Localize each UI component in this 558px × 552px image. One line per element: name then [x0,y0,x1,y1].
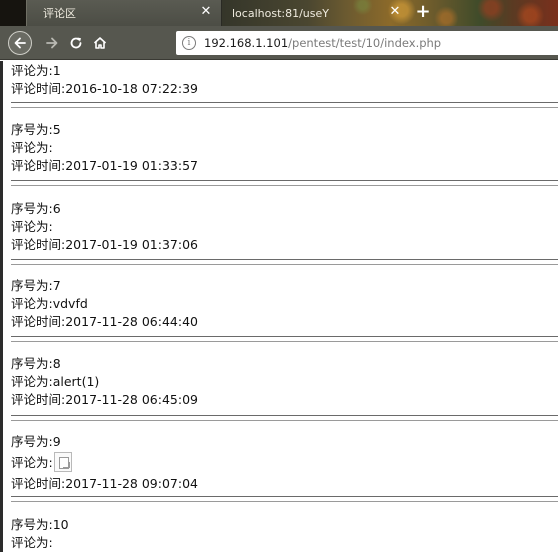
reload-button[interactable] [64,31,88,55]
comment-time-line: 评论时间:2017-01-19 01:37:06 [11,237,198,252]
divider [11,180,558,186]
reload-icon [70,37,82,49]
page-content: 评论为:1 评论时间:2016-10-18 07:22:39 序号为:5 评论为… [0,61,558,552]
comment-time-line: 评论时间:2017-01-19 01:33:57 [11,158,198,173]
comment-text-line: 评论为: [11,140,53,155]
tab-bar-edge [0,0,26,26]
comment-text-line: 评论为: [11,219,53,234]
comment-item: 序号为:7 评论为:vdvfd 评论时间:2017-11-28 06:44:40 [11,277,558,331]
comment-text-line: 评论为: [11,451,558,475]
broken-image-icon [53,452,72,472]
divider [11,415,558,421]
comment-item: 序号为:9 评论为: 评论时间:2017-11-28 09:07:04 [11,433,558,493]
comment-item: 序号为:8 评论为:alert(1) 评论时间:2017-11-28 06:45… [11,355,558,409]
comment-text-line: 评论为:alert(1) [11,374,100,389]
comment-time-line: 评论时间:2017-11-28 06:45:09 [11,392,198,407]
comment-seq-line: 序号为:8 [11,356,61,371]
comment-time-line: 评论时间:2017-11-28 06:44:40 [11,314,198,329]
tab-title: localhost:81/useY [232,6,329,20]
home-icon [93,37,107,49]
comment-item: 序号为:6 评论为: 评论时间:2017-01-19 01:37:06 [11,200,558,254]
close-icon[interactable]: ✕ [388,4,402,20]
comment-item: 序号为:5 评论为: 评论时间:2017-01-19 01:33:57 [11,121,558,175]
tab-bar: 评论区 ✕ localhost:81/useY ✕ + [0,0,558,26]
new-tab-button[interactable]: + [414,1,432,23]
back-button[interactable] [8,31,32,55]
arrow-left-icon [14,37,26,49]
tab-title: 评论区 [43,7,76,20]
divider [11,336,558,342]
forward-button[interactable] [40,31,64,55]
comment-seq-line: 序号为:10 [11,517,69,532]
comment-time-line: 评论时间:2017-11-28 09:07:04 [11,476,198,491]
url-path: /pentest/test/10/index.php [288,36,442,50]
comment-text-line: 评论为:1 [11,63,61,78]
divider [11,496,558,502]
comment-item: 序号为:10 评论为: [11,516,558,552]
comment-text-line: 评论为:vdvfd [11,296,88,311]
comment-seq-line: 序号为:7 [11,278,61,293]
comment-seq-line: 序号为:5 [11,122,61,137]
info-icon[interactable]: i [182,36,196,50]
comment-text-line: 评论为: [11,535,53,550]
divider [11,259,558,265]
address-bar[interactable]: i 192.168.1.101/pentest/test/10/index.ph… [176,31,558,55]
close-icon[interactable]: ✕ [199,4,213,20]
comment-seq-line: 序号为:6 [11,201,61,216]
tab-comments[interactable]: 评论区 ✕ [26,0,222,26]
navigation-toolbar: i 192.168.1.101/pentest/test/10/index.ph… [0,26,558,60]
comment-seq-line: 序号为:9 [11,434,61,449]
comment-time-line: 评论时间:2016-10-18 07:22:39 [11,81,198,96]
arrow-right-icon [46,37,58,49]
url-host: 192.168.1.101 [204,36,289,50]
home-button[interactable] [88,31,112,55]
comment-item: 评论为:1 评论时间:2016-10-18 07:22:39 [11,62,558,98]
divider [11,102,558,108]
tab-localhost[interactable]: localhost:81/useY ✕ [222,0,410,26]
